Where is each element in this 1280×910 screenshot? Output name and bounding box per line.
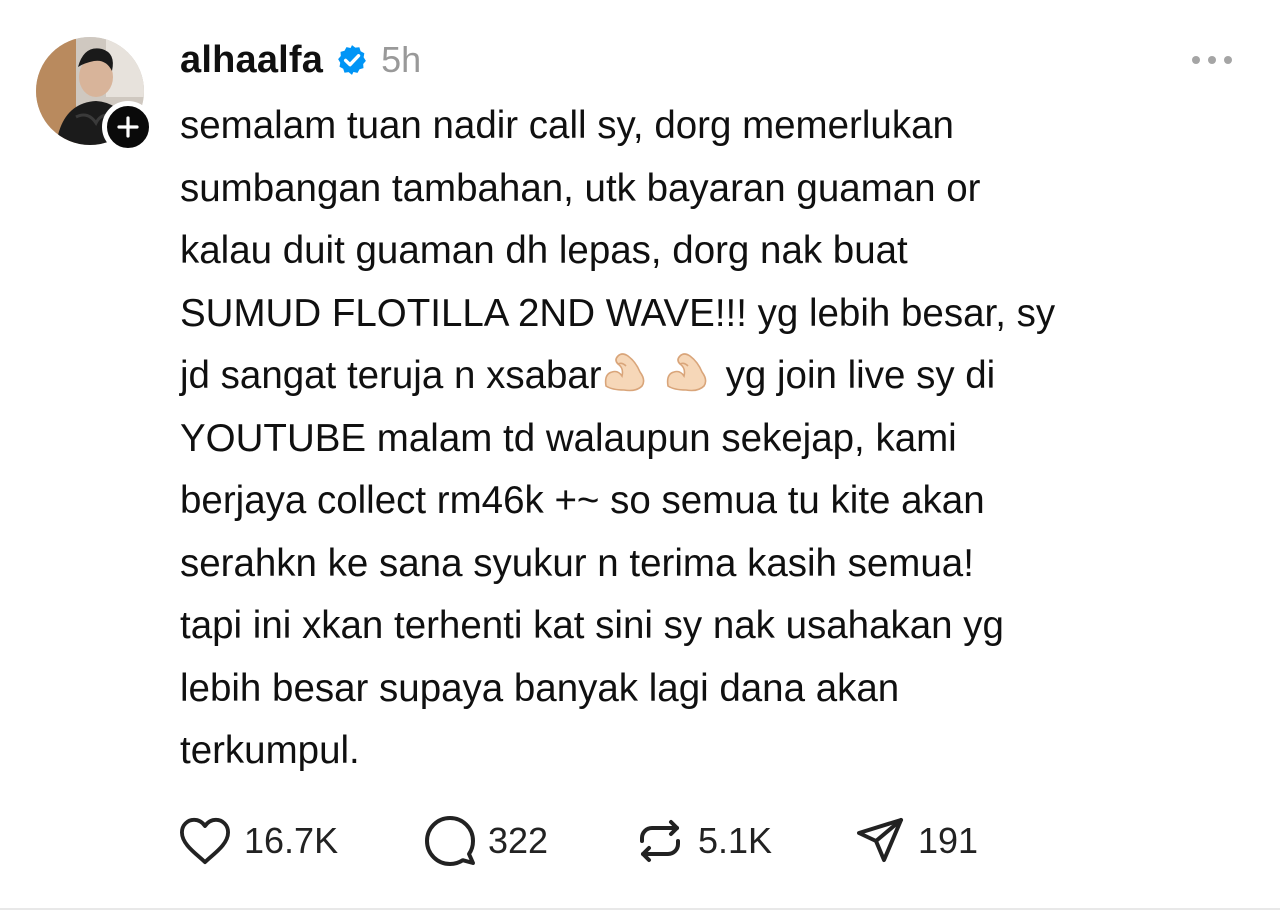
post-text-line: YOUTUBE malam td walaupun sekejap, kami <box>180 416 957 460</box>
post-actions: 16.7K 322 5.1K 191 <box>178 812 1078 870</box>
like-count: 16.7K <box>244 820 339 861</box>
reply-button[interactable]: 322 <box>424 812 548 870</box>
post-text-line: berjaya collect rm46k +~ so semua tu kit… <box>180 479 985 522</box>
more-dot <box>1208 56 1216 64</box>
post-text-line: lebih besar supaya banyak lagi dana akan <box>180 666 900 710</box>
more-dot <box>1224 56 1232 64</box>
username[interactable]: alhaalfa <box>180 39 323 82</box>
post-text-line: serahkn ke sana syukur n terima kasih se… <box>180 541 974 585</box>
share-button[interactable]: 191 <box>854 812 978 870</box>
repost-count: 5.1K <box>698 820 773 861</box>
share-count: 191 <box>918 820 979 861</box>
post-text-line: sumbangan tambahan, utk bayaran guaman o… <box>180 166 981 210</box>
thread-post: alhaalfa 5h semalam tuan nadir call sy, … <box>0 0 1280 910</box>
repost-button[interactable]: 5.1K <box>634 812 772 870</box>
post-text-line: tapi ini xkan terhenti kat sini sy nak u… <box>180 604 1004 647</box>
flexed-biceps-emoji-icon <box>664 349 712 392</box>
heart-icon <box>179 817 230 865</box>
post-text-line: semalam tuan nadir call sy, dorg memerlu… <box>180 104 954 147</box>
plus-icon <box>117 116 139 138</box>
follow-button[interactable] <box>102 101 154 153</box>
flexed-biceps-emoji-icon <box>602 349 650 392</box>
reply-count: 322 <box>488 820 549 861</box>
post-text-segment: jd sangat teruja n xsabar <box>180 354 602 397</box>
more-options-button[interactable] <box>1192 50 1232 70</box>
repost-icon <box>640 820 680 862</box>
post-text-line: kalau duit guaman dh lepas, dorg nak bua… <box>180 229 908 272</box>
verified-badge-icon <box>335 43 369 77</box>
post-timestamp[interactable]: 5h <box>381 39 421 81</box>
more-dots-icon <box>1192 56 1200 64</box>
post-text-line: terkumpul. <box>180 729 360 772</box>
like-button[interactable]: 16.7K <box>178 812 338 870</box>
comment-bubble-icon <box>425 816 475 866</box>
post-text-segment: yg join live sy di <box>725 354 996 397</box>
post-text-line: SUMUD FLOTILLA 2ND WAVE!!! yg lebih besa… <box>180 291 1056 335</box>
post-header: alhaalfa 5h <box>180 34 421 86</box>
send-icon <box>857 818 903 862</box>
post-text-line-with-emoji: jd sangat teruja n xsabar yg join live s… <box>180 345 1250 408</box>
post-body: semalam tuan nadir call sy, dorg memerlu… <box>180 95 1250 783</box>
